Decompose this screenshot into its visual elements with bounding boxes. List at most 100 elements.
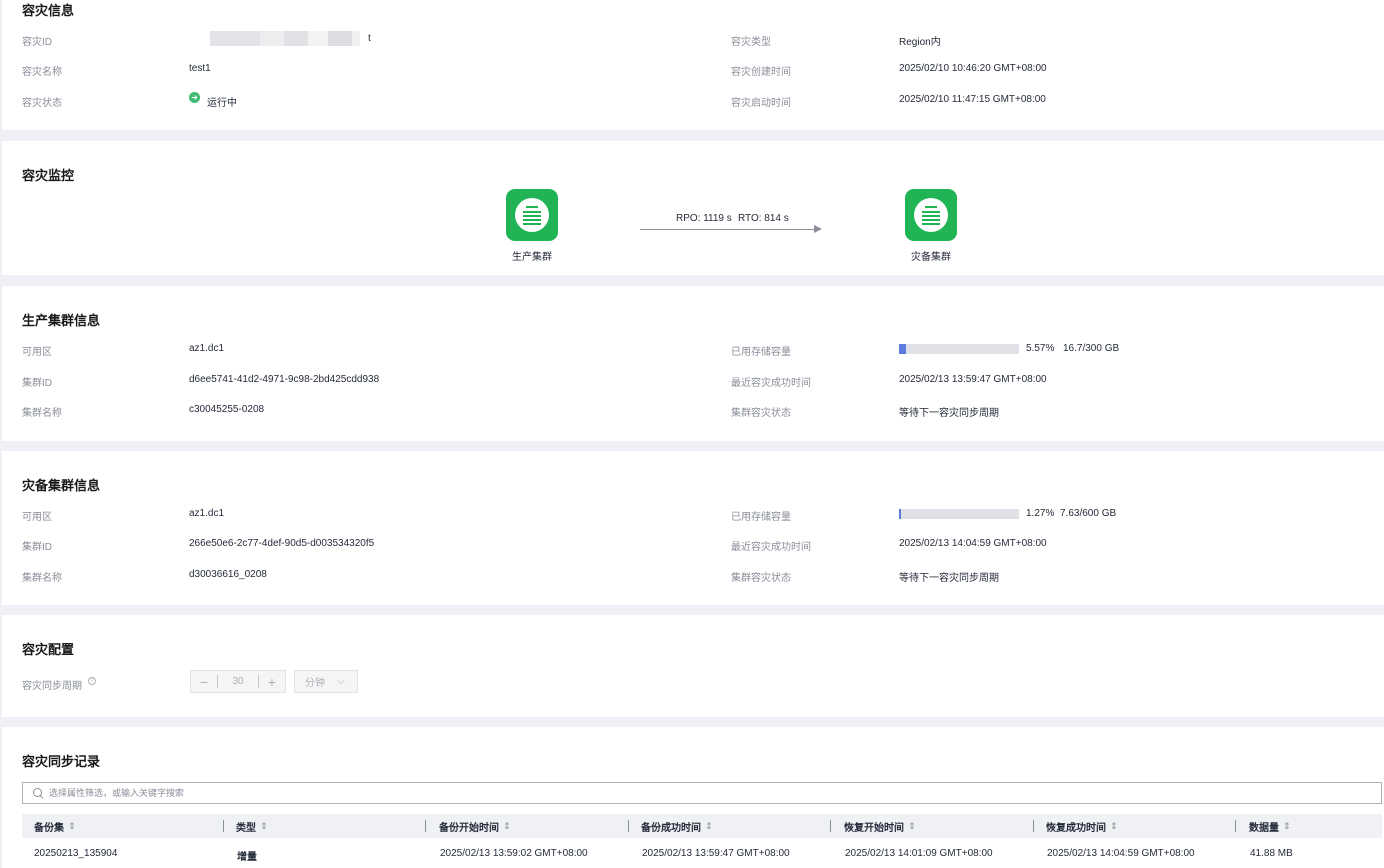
dr-type-value: Region内	[899, 37, 941, 48]
dr-cluster-name-value: d30036616_0208	[189, 569, 267, 580]
sort-icon[interactable]: ⇕	[908, 821, 916, 832]
decrement-button[interactable]: −	[191, 671, 217, 692]
records-table-header: 备份集 ⇕ 类型 ⇕ 备份开始时间 ⇕ 备份成功时间 ⇕ 恢复开始时间 ⇕ 恢复成功时间 ⇕…	[22, 814, 1382, 838]
prod-cluster-title: 生产集群信息	[22, 313, 101, 328]
prod-az-label: 可用区	[22, 347, 52, 358]
column-header-restore-start[interactable]: 恢复开始时间 ⇕	[844, 814, 916, 838]
standby-cluster-label: 灾备集群	[911, 252, 951, 263]
column-header-restore-success[interactable]: 恢复成功时间 ⇕	[1046, 814, 1118, 838]
dr-cluster-id-label: 集群ID	[22, 542, 52, 553]
table-cell-restore-start: 2025/02/13 14:01:09 GMT+08:00	[845, 848, 993, 859]
table-cell-data-size: 41.88 MB	[1250, 848, 1293, 859]
dr-status-value: 运行中	[207, 98, 237, 109]
primary-cluster-icon[interactable]	[506, 189, 558, 241]
help-icon[interactable]: ?	[88, 677, 96, 685]
dr-cluster-id-value: 266e50e6-2c77-4def-90d5-d003534320f5	[189, 538, 375, 549]
prod-cluster-card: 生产集群信息	[2, 286, 1384, 441]
sync-unit-value: 分钟	[305, 678, 325, 689]
prod-cluster-name-label: 集群名称	[22, 408, 62, 419]
dr-storage-bar-fill	[899, 509, 901, 519]
prod-storage-label: 已用存储容量	[731, 347, 791, 358]
records-search-input[interactable]	[49, 788, 649, 798]
dr-storage-amount: 7.63/600 GB	[1060, 508, 1117, 519]
column-header-backup-start[interactable]: 备份开始时间 ⇕	[439, 814, 511, 838]
dr-id-label: 容灾ID	[22, 37, 52, 48]
rpo-value: RPO: 1119 s	[676, 213, 732, 224]
column-header-backup-set[interactable]: 备份集 ⇕	[34, 814, 76, 838]
column-divider	[1235, 820, 1236, 832]
records-search-box	[22, 782, 1382, 804]
dr-monitor-card: 容灾监控	[2, 141, 1384, 275]
dr-storage-label: 已用存储容量	[731, 512, 791, 523]
column-header-backup-success[interactable]: 备份成功时间 ⇕	[641, 814, 713, 838]
sort-icon[interactable]: ⇕	[1110, 821, 1118, 832]
sync-records-title: 容灾同步记录	[22, 754, 101, 769]
dr-dr-status-label: 集群容灾状态	[731, 573, 791, 584]
table-cell-restore-success: 2025/02/13 14:04:59 GMT+08:00	[1047, 848, 1195, 859]
dr-config-card: 容灾配置	[2, 615, 1384, 717]
prod-cluster-id-label: 集群ID	[22, 378, 52, 389]
sort-icon[interactable]: ⇕	[503, 821, 511, 832]
prod-last-success-value: 2025/02/13 13:59:47 GMT+08:00	[899, 374, 1047, 385]
dr-name-label: 容灾名称	[22, 67, 62, 78]
prod-az-value: az1.dc1	[189, 343, 225, 354]
dr-monitor-title: 容灾监控	[22, 168, 75, 183]
running-status-icon: ➜	[189, 92, 200, 103]
table-cell-backup-set[interactable]: 20250213_135904	[34, 848, 117, 859]
dr-started-label: 容灾启动时间	[731, 98, 791, 109]
dr-az-value: az1.dc1	[189, 508, 225, 519]
table-cell-type: 增量	[237, 852, 257, 863]
dr-started-value: 2025/02/10 11:47:15 GMT+08:00	[899, 94, 1046, 105]
dr-az-label: 可用区	[22, 512, 52, 523]
dr-cluster-name-label: 集群名称	[22, 573, 62, 584]
sync-unit-select[interactable]: 分钟 ⌵	[294, 670, 358, 693]
prod-last-success-label: 最近容灾成功时间	[731, 378, 811, 389]
sort-icon[interactable]: ⇕	[68, 821, 76, 832]
rto-value: RTO: 814 s	[738, 213, 789, 224]
dr-info-title: 容灾信息	[22, 3, 75, 18]
dr-id-suffix: t	[368, 33, 371, 44]
column-divider	[830, 820, 831, 832]
arrow-right-icon	[814, 225, 822, 233]
prod-dr-status-value: 等待下一容灾同步周期	[899, 408, 999, 419]
dr-created-value: 2025/02/10 10:46:20 GMT+08:00	[899, 63, 1047, 74]
standby-cluster-icon[interactable]	[905, 189, 957, 241]
dr-dr-status-value: 等待下一容灾同步周期	[899, 573, 999, 584]
prod-cluster-id-value: d6ee5741-41d2-4971-9c98-2bd425cdd938	[189, 374, 380, 385]
prod-storage-bar-fill	[899, 344, 906, 354]
dr-config-title: 容灾配置	[22, 642, 75, 657]
increment-button[interactable]: +	[259, 671, 285, 692]
primary-cluster-label: 生产集群	[512, 252, 552, 263]
dr-id-masked-value	[210, 31, 370, 46]
dr-last-success-value: 2025/02/13 14:04:59 GMT+08:00	[899, 538, 1047, 549]
dr-cluster-title: 灾备集群信息	[22, 478, 101, 493]
column-divider	[223, 820, 224, 832]
prod-cluster-name-value: c30045255-0208	[189, 404, 265, 415]
dr-name-value: test1	[189, 63, 211, 74]
dr-storage-percent: 1.27%	[1026, 508, 1055, 519]
column-header-data-size[interactable]: 数据量 ⇕	[1249, 814, 1291, 838]
sync-period-label: 容灾同步周期	[22, 681, 82, 692]
column-header-type[interactable]: 类型 ⇕	[236, 814, 268, 838]
dr-created-label: 容灾创建时间	[731, 67, 791, 78]
prod-storage-amount: 16.7/300 GB	[1063, 343, 1120, 354]
prod-storage-bar	[899, 344, 1019, 354]
sync-period-input[interactable]: 30	[217, 675, 259, 688]
dr-last-success-label: 最近容灾成功时间	[731, 542, 811, 553]
prod-storage-percent: 5.57%	[1026, 343, 1055, 354]
dr-type-label: 容灾类型	[731, 37, 771, 48]
sort-icon[interactable]: ⇕	[705, 821, 713, 832]
chevron-down-icon: ⌵	[337, 676, 345, 687]
dr-status-label: 容灾状态	[22, 98, 62, 109]
table-cell-backup-success: 2025/02/13 13:59:47 GMT+08:00	[642, 848, 790, 859]
table-cell-backup-start: 2025/02/13 13:59:02 GMT+08:00	[440, 848, 588, 859]
dr-storage-bar	[899, 509, 1019, 519]
column-divider	[425, 820, 426, 832]
sort-icon[interactable]: ⇕	[1283, 821, 1291, 832]
sync-period-stepper: − 30 +	[190, 670, 286, 693]
column-divider	[1033, 820, 1034, 832]
sort-icon[interactable]: ⇕	[260, 821, 268, 832]
replication-arrow-line	[640, 229, 816, 230]
prod-dr-status-label: 集群容灾状态	[731, 408, 791, 419]
column-divider	[628, 820, 629, 832]
